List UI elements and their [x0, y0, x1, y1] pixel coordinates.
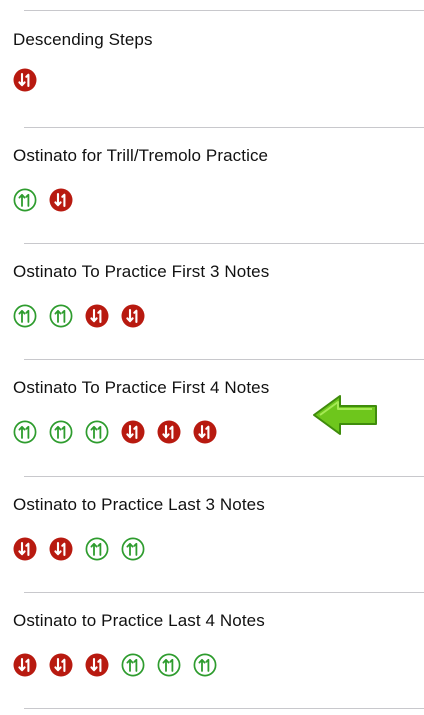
- descending-step-icon: [49, 537, 73, 561]
- descending-step-icon: [49, 653, 73, 677]
- ascending-step-icon: [121, 537, 145, 561]
- descending-step-icon: [85, 304, 109, 328]
- ascending-step-icon: [13, 420, 37, 444]
- green-left-arrow-icon: [313, 395, 377, 435]
- step-pattern: [13, 304, 145, 328]
- exercise-title: Descending Steps: [13, 30, 153, 49]
- exercise-title: Ostinato to Practice Last 3 Notes: [13, 495, 265, 514]
- exercise-title: Ostinato for Trill/Tremolo Practice: [13, 146, 269, 165]
- descending-step-icon: [193, 420, 217, 444]
- descending-step-icon: [85, 653, 109, 677]
- ascending-step-icon: [85, 537, 109, 561]
- descending-step-icon: [13, 653, 37, 677]
- step-pattern: [13, 188, 73, 212]
- step-pattern: [13, 68, 37, 92]
- list-item-last-3-notes[interactable]: Ostinato to Practice Last 3 Notes: [0, 477, 424, 593]
- descending-step-icon: [157, 420, 181, 444]
- step-pattern: [13, 537, 145, 561]
- descending-step-icon: [13, 537, 37, 561]
- ascending-step-icon: [49, 420, 73, 444]
- ascending-step-icon: [13, 188, 37, 212]
- list-item-last-4-notes[interactable]: Ostinato to Practice Last 4 Notes: [0, 593, 424, 709]
- exercise-title: Ostinato To Practice First 3 Notes: [13, 262, 270, 281]
- ascending-step-icon: [13, 304, 37, 328]
- step-pattern: [13, 653, 217, 677]
- step-pattern: [13, 420, 217, 444]
- list-item-trill-tremolo[interactable]: Ostinato for Trill/Tremolo Practice: [0, 128, 424, 244]
- ascending-step-icon: [49, 304, 73, 328]
- ascending-step-icon: [121, 653, 145, 677]
- list-item-first-3-notes[interactable]: Ostinato To Practice First 3 Notes: [0, 244, 424, 360]
- ascending-step-icon: [85, 420, 109, 444]
- ascending-step-icon: [157, 653, 181, 677]
- exercise-title: Ostinato To Practice First 4 Notes: [13, 378, 270, 397]
- descending-step-icon: [49, 188, 73, 212]
- descending-step-icon: [121, 420, 145, 444]
- list-divider: [24, 708, 424, 709]
- exercise-list: Descending Steps Ostinato for Trill/Trem…: [0, 0, 424, 715]
- descending-step-icon: [121, 304, 145, 328]
- list-item-descending-steps[interactable]: Descending Steps: [0, 11, 424, 127]
- descending-step-icon: [13, 68, 37, 92]
- ascending-step-icon: [193, 653, 217, 677]
- exercise-title: Ostinato to Practice Last 4 Notes: [13, 611, 265, 630]
